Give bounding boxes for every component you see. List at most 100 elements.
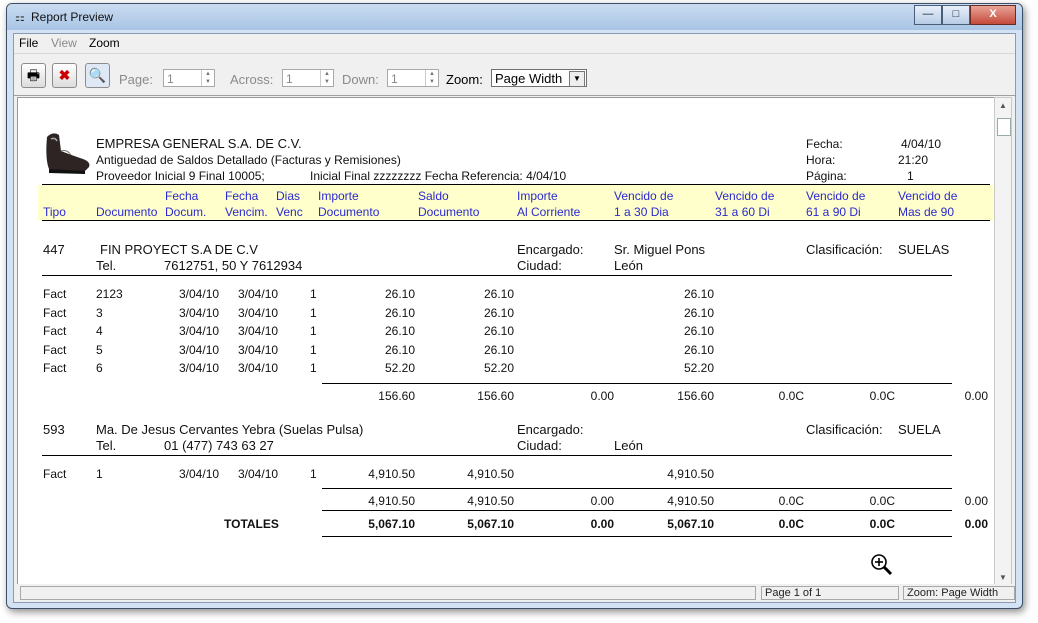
subtotal-corriente: 0.00 <box>590 494 614 508</box>
title-bar[interactable]: ⚏ Report Preview — □ X <box>7 4 1022 30</box>
zoom-select[interactable]: Page Width ▼ <box>491 69 587 87</box>
row-vencido-1-30: 26.10 <box>683 287 714 301</box>
subtotal-vencido-mas-90: 0.00 <box>964 494 988 508</box>
scroll-thumb[interactable] <box>997 118 1011 136</box>
row-importe: 26.10 <box>384 342 415 357</box>
spinner-arrows-icon[interactable]: ▲ ▼ <box>201 70 214 86</box>
total-saldo: 5,067.10 <box>467 517 514 531</box>
chevron-down-icon[interactable]: ▼ <box>569 71 585 87</box>
row-saldo: 26.10 <box>483 342 514 357</box>
menu-zoom[interactable]: Zoom <box>89 36 120 50</box>
total-vencido-61-90: 0.0C <box>869 517 895 531</box>
column-header-line1: Fecha <box>165 189 199 203</box>
row-fecha-vencim: 3/04/10 <box>238 287 279 301</box>
subtotal-corriente: 0.00 <box>590 388 614 403</box>
page-value: 1 <box>167 72 174 86</box>
zoom-select-value: Page Width <box>495 71 563 86</box>
row-fecha-vencim: 3/04/10 <box>238 361 279 375</box>
status-bar: Page 1 of 1 Zoom: Page Width <box>14 584 1015 602</box>
row-fecha-vencim: 3/04/10 <box>238 466 279 481</box>
row-dias-venc: 1 <box>310 305 317 320</box>
subtotal-vencido-1-30: 4,910.50 <box>667 494 714 508</box>
column-header-line2: Docum. <box>165 205 207 219</box>
column-header-line1: Dias <box>276 189 301 203</box>
column-header-line2: Documento <box>418 205 480 219</box>
group-header-rule <box>42 454 952 456</box>
total-corriente: 0.00 <box>590 517 614 531</box>
subtotal-vencido-1-30: 156.60 <box>677 388 714 403</box>
across-label: Across: <box>230 72 274 87</box>
app-icon[interactable]: ⚏ <box>15 11 25 24</box>
header-bottom-rule <box>42 220 990 221</box>
subtotal-importe: 156.60 <box>378 388 415 403</box>
close-button[interactable]: X <box>970 5 1016 25</box>
totals-bottom-rule <box>322 536 952 537</box>
scroll-up-icon[interactable]: ▲ <box>995 98 1011 114</box>
row-fecha-docum: 3/04/10 <box>179 466 220 481</box>
toolbar: 🖶 ✖ 🔍 Page: 1 ▲ ▼ Across: 1 ▲ ▼ Down: 1 ▲ ▼ Zo… <box>14 53 1015 96</box>
page-spinner[interactable]: 1 ▲ ▼ <box>163 69 215 87</box>
fecha-value: 4/04/10 <box>901 137 942 151</box>
menu-file[interactable]: File <box>19 36 38 50</box>
row-documento: 6 <box>96 361 103 375</box>
fecha-label: Fecha: <box>806 137 843 151</box>
subtotal-saldo: 156.60 <box>477 388 514 403</box>
column-header-line2: Al Corriente <box>517 205 581 219</box>
maximize-button[interactable]: □ <box>942 5 970 25</box>
row-fecha-vencim: 3/04/10 <box>238 342 279 357</box>
tel-value: 7612751, 50 Y 7612934 <box>164 258 303 273</box>
row-importe: 26.10 <box>384 324 415 338</box>
vertical-scrollbar[interactable]: ▲ ▼ <box>994 97 1012 587</box>
row-importe: 26.10 <box>384 287 415 301</box>
down-spinner[interactable]: 1 ▲ ▼ <box>387 69 439 87</box>
column-header-line1: Vencido de <box>715 189 775 203</box>
row-saldo: 26.10 <box>483 305 514 320</box>
minimize-button[interactable]: — <box>914 5 942 25</box>
row-dias-venc: 1 <box>310 324 317 338</box>
row-fecha-docum: 3/04/10 <box>179 305 220 320</box>
close-report-icon[interactable]: ✖ <box>52 63 77 88</box>
encargado-value: Sr. Miguel Pons <box>614 242 706 257</box>
column-header-line1: Saldo <box>418 189 449 203</box>
row-vencido-1-30: 26.10 <box>683 305 714 320</box>
row-fecha-docum: 3/04/10 <box>179 361 220 375</box>
print-icon[interactable]: 🖶 <box>21 63 46 88</box>
hora-value: 21:20 <box>898 153 929 167</box>
column-header-line2: Venc <box>276 205 303 219</box>
down-value: 1 <box>391 72 398 86</box>
row-tipo: Fact <box>43 305 67 320</box>
row-documento: 2123 <box>96 287 123 301</box>
header-top-rule <box>42 184 990 185</box>
subtotal-saldo: 4,910.50 <box>467 494 514 508</box>
pagina-value: 1 <box>907 169 914 183</box>
report-filters: Proveedor Inicial 9 Final 10005; <box>96 169 265 183</box>
row-fecha-vencim: 3/04/10 <box>238 324 279 338</box>
zoom-icon[interactable]: 🔍 <box>85 63 110 88</box>
group-header-rule <box>42 275 952 276</box>
group-code: 447 <box>43 242 65 257</box>
zoom-label: Zoom: <box>446 72 483 87</box>
subtotal-rule <box>322 488 952 489</box>
clasificacion-label: Clasificación: <box>806 421 883 437</box>
status-zoom: Zoom: Page Width <box>903 586 1015 600</box>
across-spinner[interactable]: 1 ▲ ▼ <box>282 69 334 87</box>
report-filters-2: Inicial Final zzzzzzzz Fecha Referencia:… <box>310 169 567 183</box>
row-fecha-vencim: 3/04/10 <box>238 305 279 320</box>
status-main <box>20 586 756 600</box>
row-documento: 1 <box>96 466 103 481</box>
row-saldo: 26.10 <box>483 324 514 338</box>
report-page[interactable]: EMPRESA GENERAL S.A. DE C.V. Antiguedad … <box>17 97 995 589</box>
spinner-arrows-icon[interactable]: ▲ ▼ <box>425 70 438 86</box>
column-header-line1: Importe <box>517 189 558 203</box>
column-header-line2: Documento <box>318 205 380 219</box>
row-importe: 4,910.50 <box>368 466 415 481</box>
row-tipo: Fact <box>43 361 67 375</box>
menu-bar: File View Zoom <box>14 34 1015 52</box>
column-header-line1: Vencido de <box>898 189 958 203</box>
row-dias-venc: 1 <box>310 361 317 375</box>
menu-view[interactable]: View <box>51 36 77 50</box>
row-saldo: 26.10 <box>483 287 514 301</box>
clasificacion-value: SUELA <box>898 421 941 437</box>
spinner-arrows-icon[interactable]: ▲ ▼ <box>320 70 333 86</box>
total-vencido-1-30: 5,067.10 <box>667 517 714 531</box>
